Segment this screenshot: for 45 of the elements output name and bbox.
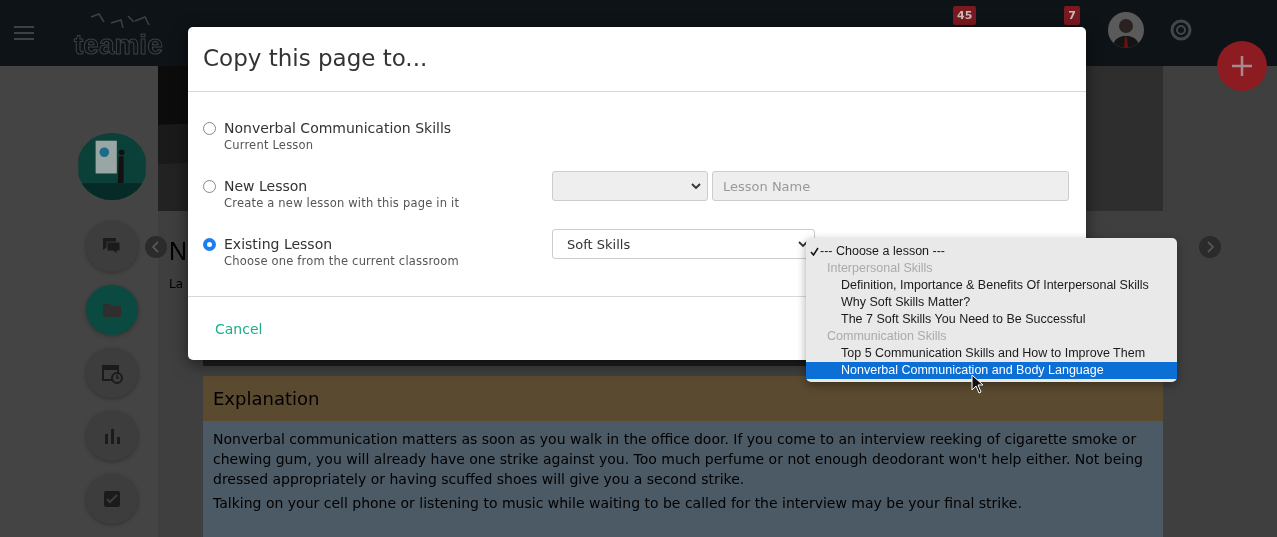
option-description: Choose one from the current classroom — [224, 253, 459, 270]
section-heading: Explanation — [203, 376, 1163, 421]
chart-button[interactable] — [86, 410, 138, 461]
paragraph: Talking on your cell phone or listening to music while waiting to be called for the interview may be your final strike. — [213, 494, 1023, 513]
radio-button[interactable] — [203, 122, 216, 135]
menu-option[interactable]: Definition, Importance & Benefits Of Interpersonal Skills — [806, 277, 1177, 294]
menu-option[interactable]: The 7 Soft Skills You Need to Be Successful — [806, 311, 1177, 328]
plus-icon — [1231, 55, 1253, 77]
option-label: New Lesson — [224, 177, 309, 195]
radio-button[interactable] — [203, 238, 216, 251]
menu-option[interactable]: Nonverbal Communication and Body Language — [806, 362, 1177, 379]
avatar-icon[interactable] — [1108, 12, 1144, 48]
chevron-left-icon — [152, 241, 160, 254]
menu-icon[interactable] — [14, 26, 34, 40]
folder-button[interactable] — [86, 284, 138, 335]
classroom-select[interactable]: Soft Skills — [552, 229, 815, 259]
menu-option[interactable]: Top 5 Communication Skills and How to Improve Them — [806, 345, 1177, 362]
page-subtitle: La — [169, 277, 185, 292]
previous-button[interactable] — [145, 236, 167, 259]
group-label: Interpersonal Skills — [826, 260, 934, 277]
chat-button[interactable] — [86, 221, 138, 272]
menu-option[interactable]: Why Soft Skills Matter? — [806, 294, 1177, 311]
chevron-icon — [691, 182, 701, 190]
lesson-select[interactable] — [552, 171, 708, 201]
chevron-icon — [798, 240, 808, 248]
option-label: Nonverbal Communication Skills — [224, 119, 452, 137]
cursor-icon — [971, 374, 985, 394]
check-button[interactable] — [86, 473, 138, 524]
group-label: Communication Skills — [826, 328, 948, 345]
dialog-title: Copy this page to... — [202, 44, 429, 73]
lesson-name-field[interactable]: Lesson Name — [712, 171, 1069, 201]
option-description: Create a new lesson with this page in it — [224, 195, 460, 212]
option-description: Current Lesson — [224, 137, 315, 154]
add-button[interactable] — [1217, 41, 1267, 91]
paragraph: Nonverbal communication matters as soon as you walk in the office door. If you come to an interview reeking of cigarette smoke or chewing gum, you will already have one strike against you. Too much perfume or not enough deodorant won't help either. Not being dressed appropriately or having scuffed shoes will give you a second strike. — [213, 430, 1144, 489]
radio-button[interactable] — [203, 180, 216, 193]
check-icon — [810, 247, 819, 256]
page-title: N — [169, 236, 188, 268]
option-label: Existing Lesson — [224, 235, 334, 253]
chevron-right-icon — [1206, 241, 1214, 254]
help-icon[interactable] — [1170, 19, 1192, 41]
next-button[interactable] — [1199, 236, 1221, 259]
calendar-button[interactable] — [86, 347, 138, 398]
notification-badge: 45 — [953, 6, 977, 25]
notification-badge: 7 — [1064, 6, 1080, 25]
